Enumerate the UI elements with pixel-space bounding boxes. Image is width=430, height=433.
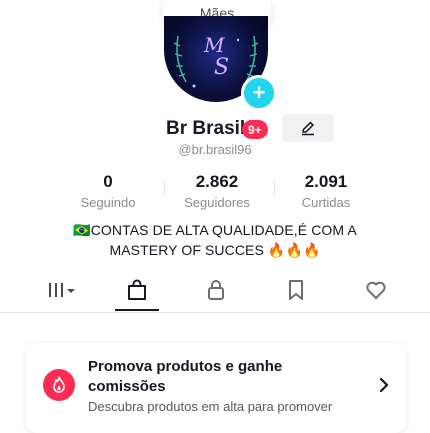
profile-bio: 🇧🇷CONTAS DE ALTA QUALIDADE,É COM A MASTE… [40,220,390,260]
stat-followers[interactable]: 2.862 Seguidores [167,172,267,210]
brazil-flag-icon: 🇧🇷 [73,222,91,238]
stat-likes[interactable]: 2.091 Curtidas [276,172,376,210]
stat-followers-value: 2.862 [195,172,239,191]
promo-title: Promova produtos e ganhe comissões [88,358,283,395]
profile-header: Br Brasil 9+ [0,114,430,142]
bookmark-icon [289,280,303,300]
bio-line-2: MASTERY OF SUCCES [109,242,264,258]
stat-likes-label: Curtidas [301,195,351,210]
chevron-right-icon[interactable] [378,377,390,393]
profile-tabs [0,268,430,313]
pencil-icon [302,121,314,136]
tab-liked[interactable] [354,268,398,312]
stat-followers-label: Seguidores [184,195,250,210]
grid-icon [49,283,75,297]
notification-badge: 9+ [242,120,268,139]
add-photo-button[interactable]: + [241,75,277,111]
fire-emoji-icon: 🔥🔥🔥 [267,242,321,258]
lock-icon [208,280,224,300]
profile-handle: @br.brasil96 [178,142,252,157]
stat-following-value: 0 [103,172,113,191]
stat-divider [274,180,275,196]
heart-icon [366,281,386,299]
shopping-bag-icon [128,279,146,300]
tab-videos[interactable] [40,268,84,312]
stat-divider [164,180,165,196]
tab-private[interactable] [194,268,238,312]
profile-name: Br Brasil [166,118,246,139]
promo-card[interactable]: Promova produtos e ganhe comissões Descu… [26,343,406,433]
promo-subtitle: Descubra produtos em alta para promover [88,399,333,414]
tab-saved[interactable] [274,268,318,312]
flame-icon [53,376,65,393]
active-tab-indicator [115,309,159,311]
profile-stats: 0 Seguindo 2.862 Seguidores 2.091 Curtid… [0,172,430,212]
svg-text:S: S [214,55,229,80]
promo-icon-badge [43,369,75,401]
stat-following-label: Seguindo [80,195,136,210]
tab-shop[interactable] [115,268,159,312]
svg-text:M: M [203,33,225,57]
bio-line-1: CONTAS DE ALTA QUALIDADE,É COM A [90,222,357,238]
edit-profile-button[interactable] [282,114,334,142]
stat-following[interactable]: 0 Seguindo [58,172,158,210]
stat-likes-value: 2.091 [304,172,348,191]
